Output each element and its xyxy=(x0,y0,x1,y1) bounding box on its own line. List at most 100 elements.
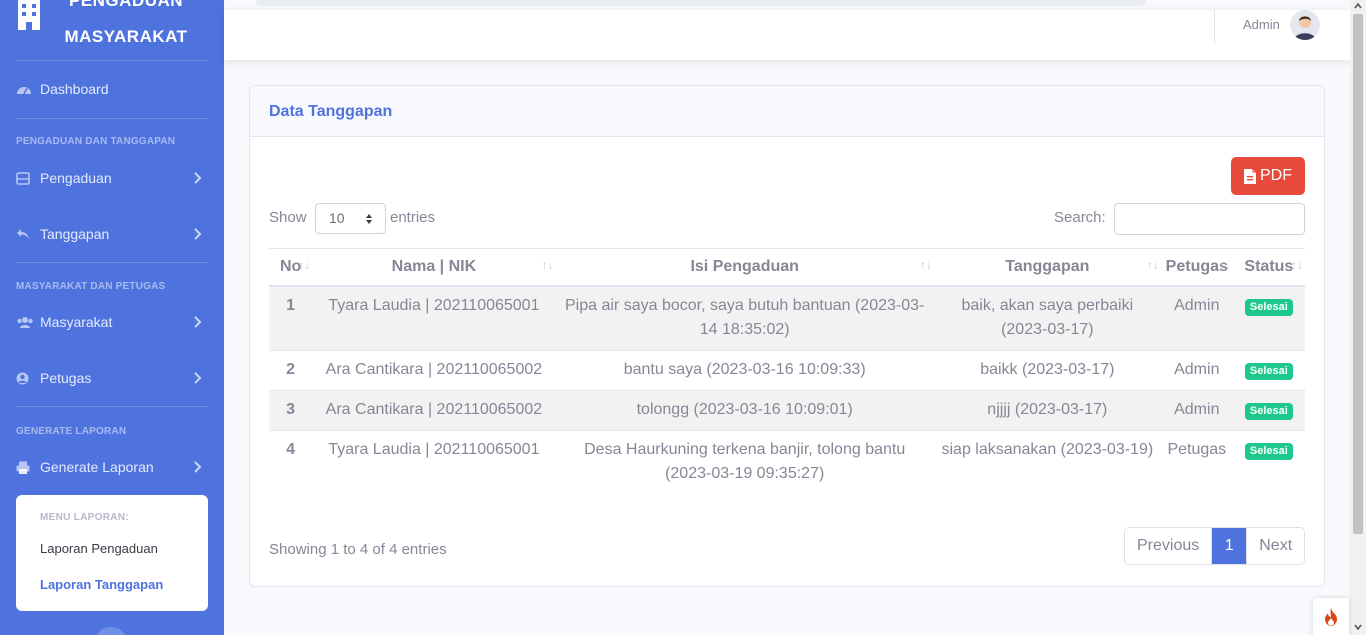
table-row: 2 Ara Cantikara | 202110065002 bantu say… xyxy=(269,349,1305,390)
pdf-export-button[interactable]: PDF xyxy=(1231,157,1305,195)
sort-icon: ↑↓ xyxy=(1218,258,1231,272)
entries-label: entries xyxy=(390,209,436,226)
tachometer-icon xyxy=(16,82,34,96)
column-header-status[interactable]: Status ↑↓ xyxy=(1232,248,1305,287)
sidebar-divider xyxy=(16,406,208,407)
users-icon xyxy=(16,315,34,329)
cell-no: 2 xyxy=(269,349,313,390)
search-input[interactable] xyxy=(1114,203,1305,235)
sidebar-divider xyxy=(16,60,208,61)
chevron-right-icon xyxy=(194,228,202,240)
chevron-right-icon xyxy=(194,316,202,328)
sidebar-heading: PENGADUAN DAN TANGGAPAN xyxy=(16,136,176,147)
sort-icon: ↑↓ xyxy=(1146,258,1159,272)
column-header-petugas[interactable]: Petugas ↑↓ xyxy=(1160,248,1233,287)
brand-line-1: PENGADUAN xyxy=(68,0,184,10)
page-scrollbar[interactable] xyxy=(1350,0,1366,635)
submenu-heading: MENU LAPORAN: xyxy=(40,512,129,523)
chevron-right-icon xyxy=(194,372,202,384)
cell-isi: Pipa air saya bocor, saya butuh bantuan … xyxy=(555,285,934,350)
previous-button[interactable]: Previous xyxy=(1125,528,1213,564)
data-tanggapan-card: Data Tanggapan PDF Show 10 entries Searc… xyxy=(249,85,1325,587)
reply-icon xyxy=(16,227,34,241)
chevron-right-icon xyxy=(194,461,202,473)
cell-no: 4 xyxy=(269,429,313,494)
tanggapan-table: No ↑↓ Nama | NIK ↑↓ Isi Pengaduan ↑↓ Tangga… xyxy=(269,248,1305,494)
card-header: Data Tanggapan xyxy=(250,86,1324,137)
sort-icon: ↑↓ xyxy=(541,258,554,272)
table-header-row: No ↑↓ Nama | NIK ↑↓ Isi Pengaduan ↑↓ Tangga… xyxy=(269,248,1305,287)
column-header-no[interactable]: No ↑↓ xyxy=(269,248,313,287)
sidebar-item-dashboard[interactable]: Dashboard xyxy=(0,69,224,109)
sidebar-item-generate-laporan[interactable]: Generate Laporan xyxy=(0,447,224,487)
debug-toolbar-button[interactable] xyxy=(1313,598,1349,635)
cell-status: Selesai xyxy=(1232,429,1305,494)
status-badge: Selesai xyxy=(1244,362,1293,380)
cell-petugas: Admin xyxy=(1160,389,1233,430)
sidebar-item-masyarakat[interactable]: Masyarakat xyxy=(0,302,224,342)
cell-no: 1 xyxy=(269,285,313,350)
sidebar-item-label: Tanggapan xyxy=(40,226,110,242)
cell-nama: Ara Cantikara | 202110065002 xyxy=(312,389,556,430)
status-badge: Selesai xyxy=(1244,442,1293,460)
table-row: 1 Tyara Laudia | 202110065001 Pipa air s… xyxy=(269,285,1305,350)
sidebar-item-tanggapan[interactable]: Tanggapan xyxy=(0,214,224,254)
column-header-isi[interactable]: Isi Pengaduan ↑↓ xyxy=(555,248,934,287)
next-button[interactable]: Next xyxy=(1247,528,1305,564)
pdf-label: PDF xyxy=(1260,167,1292,184)
cell-petugas: Admin xyxy=(1160,285,1233,350)
scroll-up-icon[interactable] xyxy=(1354,2,1362,10)
select-arrows-icon xyxy=(366,214,372,224)
table-row: 3 Ara Cantikara | 202110065002 tolongg (… xyxy=(269,389,1305,430)
sidebar-divider xyxy=(16,118,208,119)
page-length-value: 10 xyxy=(329,210,345,226)
page-length-select[interactable]: 10 xyxy=(315,203,386,234)
cell-no: 3 xyxy=(269,389,313,430)
cell-tanggapan: baikk (2023-03-17) xyxy=(933,349,1161,390)
table-info: Showing 1 to 4 of 4 entries xyxy=(269,541,447,558)
sort-icon: ↑↓ xyxy=(919,258,932,272)
user-circle-icon xyxy=(16,371,34,385)
search-label: Search: xyxy=(1054,209,1106,226)
print-icon xyxy=(16,460,34,474)
submenu-item-laporan-pengaduan[interactable]: Laporan Pengaduan xyxy=(40,541,158,556)
cell-status: Selesai xyxy=(1232,285,1305,350)
scroll-down-icon[interactable] xyxy=(1354,623,1362,631)
sidebar-item-label: Masyarakat xyxy=(40,314,113,330)
user-name[interactable]: Admin xyxy=(1243,17,1280,32)
flame-icon xyxy=(1325,607,1337,626)
topbar-divider xyxy=(1214,10,1215,44)
cell-nama: Tyara Laudia | 202110065001 xyxy=(312,285,556,350)
column-header-tanggapan[interactable]: Tanggapan ↑↓ xyxy=(933,248,1161,287)
submenu-item-laporan-tanggapan[interactable]: Laporan Tanggapan xyxy=(40,577,163,592)
cell-nama: Ara Cantikara | 202110065002 xyxy=(312,349,556,390)
sidebar-item-petugas[interactable]: Petugas xyxy=(0,358,224,398)
sidebar-heading: MASYARAKAT DAN PETUGAS xyxy=(16,281,166,292)
cell-tanggapan: siap laksanakan (2023-03-19) xyxy=(933,429,1161,494)
scrollbar-thumb[interactable] xyxy=(1353,14,1363,534)
sidebar-toggle-button[interactable] xyxy=(94,627,128,635)
column-header-nama[interactable]: Nama | NIK ↑↓ xyxy=(312,248,556,287)
status-badge: Selesai xyxy=(1244,298,1293,316)
pagination: Previous 1 Next xyxy=(1124,527,1306,565)
page-1-button[interactable]: 1 xyxy=(1212,528,1248,564)
topbar: Admin xyxy=(224,10,1350,60)
brand[interactable]: PENGADUAN MASYARAKAT xyxy=(0,0,224,60)
user-avatar[interactable] xyxy=(1290,10,1320,40)
sidebar-item-label: Petugas xyxy=(40,370,92,386)
cell-petugas: Petugas xyxy=(1160,429,1233,494)
cell-status: Selesai xyxy=(1232,349,1305,390)
cell-nama: Tyara Laudia | 202110065001 xyxy=(312,429,556,494)
cell-tanggapan: njjjj (2023-03-17) xyxy=(933,389,1161,430)
sort-icon: ↑↓ xyxy=(298,258,311,272)
sidebar: PENGADUAN MASYARAKAT Dashboard PENGADUAN… xyxy=(0,0,224,635)
sidebar-item-label: Dashboard xyxy=(40,81,109,97)
cell-isi: tolongg (2023-03-16 10:09:01) xyxy=(555,389,934,430)
show-label: Show xyxy=(269,209,307,226)
chevron-right-icon xyxy=(194,172,202,184)
laporan-submenu: MENU LAPORAN: Laporan Pengaduan Laporan … xyxy=(16,495,208,611)
card-title: Data Tanggapan xyxy=(269,103,393,120)
sidebar-item-pengaduan[interactable]: Pengaduan xyxy=(0,158,224,198)
file-pdf-icon xyxy=(1244,168,1256,184)
cell-isi: bantu saya (2023-03-16 10:09:33) xyxy=(555,349,934,390)
